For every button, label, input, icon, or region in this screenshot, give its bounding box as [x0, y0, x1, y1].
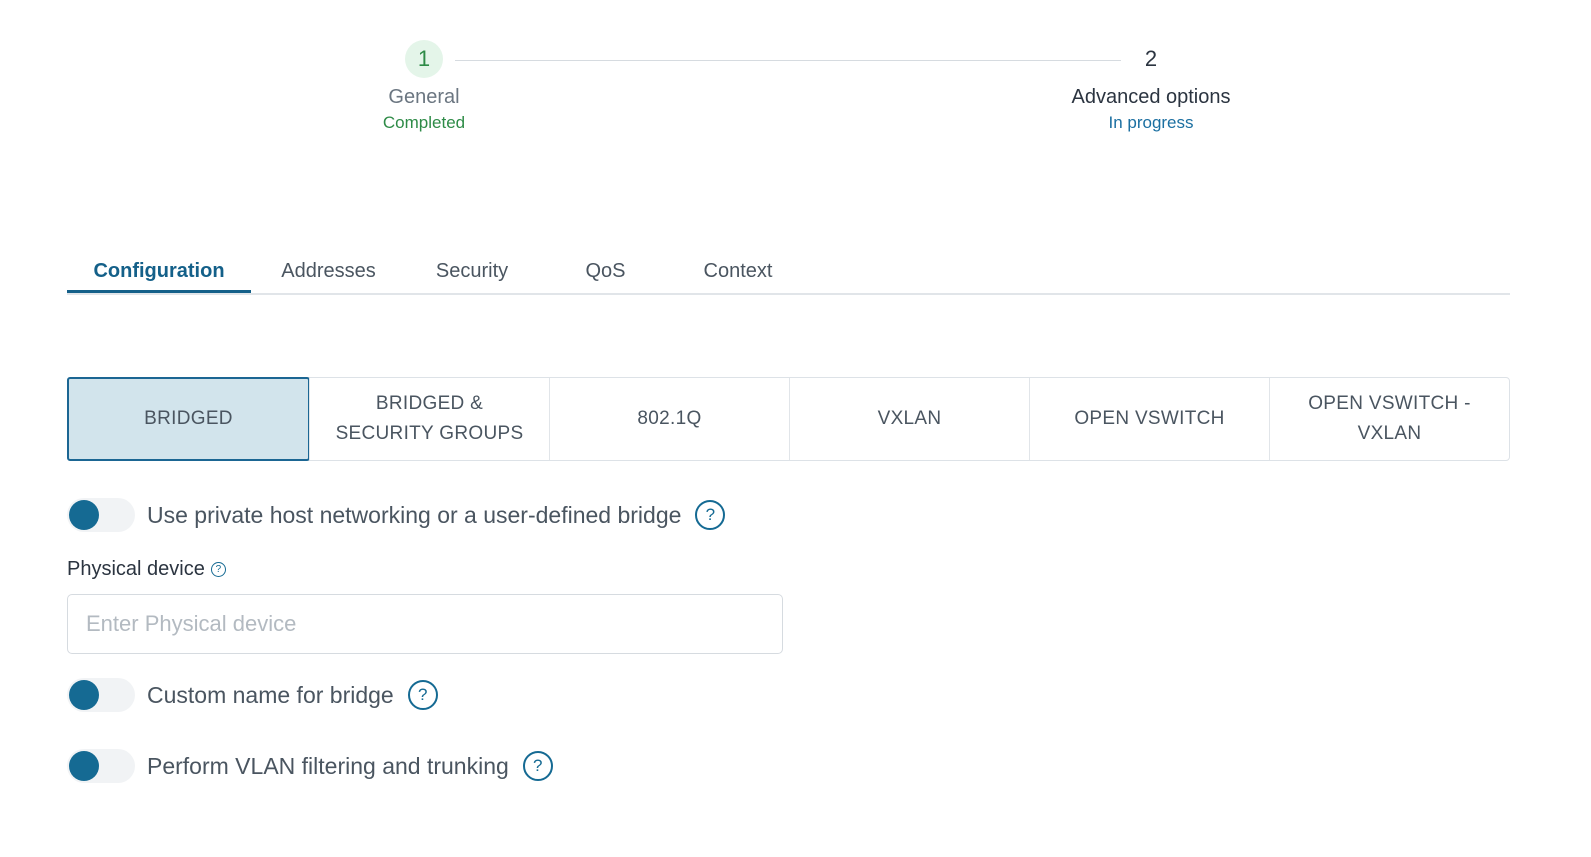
question-circle-icon[interactable]: ?: [522, 751, 553, 781]
question-circle-icon[interactable]: ?: [695, 500, 726, 530]
network-type-8021q[interactable]: 802.1Q: [549, 378, 789, 460]
physical-device-label-row: Physical device ?: [67, 558, 226, 581]
network-type-open-vswitch[interactable]: OPEN VSWITCH: [1029, 378, 1269, 460]
private-host-toggle-label: Use private host networking or a user-de…: [147, 501, 682, 528]
private-host-toggle-row: Use private host networking or a user-de…: [67, 495, 726, 535]
tab-addresses[interactable]: Addresses: [251, 250, 406, 293]
toggle-knob: [69, 680, 99, 710]
tab-context[interactable]: Context: [673, 250, 803, 293]
vlan-filtering-toggle[interactable]: [67, 749, 135, 783]
custom-name-toggle-row: Custom name for bridge ?: [67, 675, 438, 715]
tab-qos[interactable]: QoS: [538, 250, 673, 293]
step-title: General: [388, 86, 460, 108]
question-circle-icon[interactable]: ?: [210, 562, 226, 577]
question-circle-icon[interactable]: ?: [407, 680, 438, 710]
step-number: 1: [405, 40, 443, 78]
custom-name-toggle-label: Custom name for bridge: [147, 681, 394, 708]
step-number: 2: [1132, 40, 1170, 78]
tab-configuration[interactable]: Configuration: [67, 250, 251, 293]
vlan-toggle-row: Perform VLAN filtering and trunking ?: [67, 746, 553, 786]
network-type-selector: BRIDGED BRIDGED & SECURITY GROUPS 802.1Q…: [67, 377, 1510, 461]
vlan-filtering-toggle-label: Perform VLAN filtering and trunking: [147, 752, 509, 779]
wizard-stepper: 1 General Completed 2 Advanced options I…: [0, 0, 1591, 150]
network-type-bridged[interactable]: BRIDGED: [67, 377, 310, 461]
physical-device-input[interactable]: [67, 594, 783, 654]
toggle-knob: [69, 751, 99, 781]
network-type-bridged-security-groups[interactable]: BRIDGED & SECURITY GROUPS: [309, 378, 549, 460]
tab-security[interactable]: Security: [406, 250, 538, 293]
network-type-open-vswitch-vxlan[interactable]: OPEN VSWITCH - VXLAN: [1269, 378, 1509, 460]
step-title: Advanced options: [1071, 86, 1231, 108]
step-status: In progress: [1108, 113, 1194, 132]
custom-name-toggle[interactable]: [67, 678, 135, 712]
step-status: Completed: [382, 113, 466, 132]
tab-bar: Configuration Addresses Security QoS Con…: [67, 250, 1510, 295]
step-general[interactable]: 1 General Completed: [294, 40, 554, 133]
toggle-knob: [69, 500, 99, 530]
step-advanced-options[interactable]: 2 Advanced options In progress: [1021, 40, 1281, 133]
physical-device-label: Physical device: [67, 558, 205, 580]
private-host-toggle[interactable]: [67, 498, 135, 532]
network-type-vxlan[interactable]: VXLAN: [789, 378, 1029, 460]
